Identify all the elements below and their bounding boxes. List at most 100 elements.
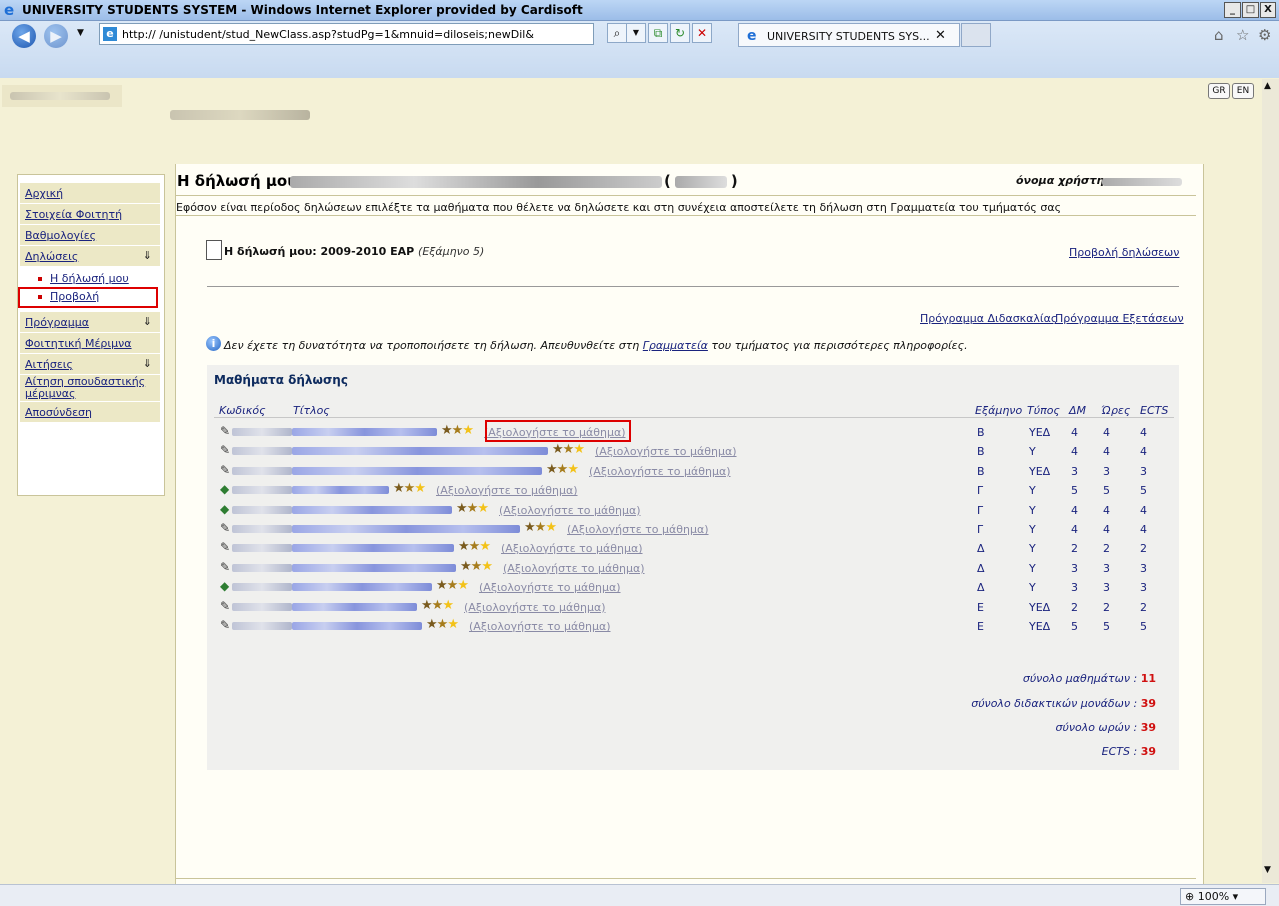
rate-course-link[interactable]: (Αξιολογήστε το μάθημα) [595, 445, 737, 458]
course-title-redacted[interactable] [292, 505, 452, 514]
tab-close-icon[interactable]: ✕ [935, 28, 946, 43]
lang-gr-button[interactable]: GR [1208, 83, 1230, 99]
courses-title: Μαθήματα δήλωσης [214, 373, 348, 387]
course-title-redacted[interactable] [292, 486, 389, 495]
sidebar-item-care-application[interactable]: Αίτηση σπουδαστικής μέριμνας [20, 375, 160, 402]
course-title-redacted[interactable] [292, 428, 437, 436]
rate-course-link[interactable]: (Αξιολογήστε το μάθημα) [503, 562, 645, 575]
address-dropdown-icon[interactable]: ▼ [626, 23, 646, 43]
info-message: Δεν έχετε τη δυνατότητα να τροποποιήσετε… [224, 339, 968, 352]
chevron-down-icon[interactable]: ⇓ [143, 315, 152, 328]
declaration-title-text: Η δήλωσή μου: 2009-2010 ΕΑΡ [224, 245, 415, 258]
zoom-control[interactable]: ⊕ 100% ▾ [1180, 888, 1266, 905]
course-code-redacted [232, 583, 292, 592]
course-code-redacted [232, 428, 292, 436]
course-title-redacted[interactable] [292, 563, 456, 572]
back-button[interactable]: ◀ [12, 24, 36, 48]
rate-course-link[interactable]: (Αξιολογήστε το μάθημα) [469, 620, 611, 633]
sidebar-item-applications[interactable]: Αιτήσεις ⇓ [20, 354, 160, 375]
rating-stars: ★★★ [458, 539, 491, 555]
history-dropdown-icon[interactable]: ▼ [77, 28, 84, 38]
course-title-redacted[interactable] [292, 583, 432, 592]
rate-course-link[interactable]: (Αξιολογήστε το μάθημα) [501, 542, 643, 555]
page-title: Η δήλωσή μου- [177, 172, 304, 190]
course-title-redacted[interactable] [292, 466, 542, 475]
teaching-program-link[interactable]: Πρόγραμμα Διδασκαλίας [920, 312, 1057, 325]
course-code-redacted [232, 544, 292, 553]
course-title-redacted[interactable] [292, 602, 417, 611]
sidebar-link[interactable]: Πρόγραμμα [25, 316, 89, 329]
sidebar-link[interactable]: Αρχική [25, 187, 63, 200]
sidebar-link[interactable]: Αίτηση σπουδαστικής μέριμνας [25, 376, 153, 400]
zoom-level[interactable]: 100% [1198, 890, 1229, 903]
sidebar-item-student-info[interactable]: Στοιχεία Φοιτητή [20, 204, 160, 225]
divider [207, 286, 1179, 287]
tab-title[interactable]: UNIVERSITY STUDENTS SYS... [767, 30, 930, 43]
sidebar-subitem-my-declaration[interactable]: Η δήλωσή μου [38, 272, 129, 285]
sidebar-link[interactable]: Αποσύνδεση [25, 406, 92, 419]
table-row: ✎ ★★★ (Αξιολογήστε το μάθημα) Β Υ 4 4 4 [214, 440, 1174, 460]
refresh-icon[interactable]: ↻ [670, 23, 690, 43]
cell-hours: 2 [1103, 542, 1110, 556]
browser-tab[interactable]: e UNIVERSITY STUDENTS SYS... ✕ [738, 23, 960, 47]
total-hours: σύνολο ωρών : 39 [1055, 721, 1156, 734]
address-url[interactable]: http:// /unistudent/stud_NewClass.asp?st… [122, 28, 534, 41]
sidebar-item-student-care[interactable]: Φοιτητική Μέριμνα [20, 333, 160, 354]
sidebar-link[interactable]: Αιτήσεις [25, 358, 73, 371]
course-title-redacted[interactable] [292, 622, 422, 630]
sidebar-link[interactable]: Φοιτητική Μέριμνα [25, 337, 132, 350]
search-icon[interactable]: ⌕ [607, 23, 627, 43]
exam-program-link[interactable]: Πρόγραμμα Εξετάσεων [1055, 312, 1184, 325]
new-tab-button[interactable] [961, 23, 991, 47]
sidebar-link[interactable]: Βαθμολογίες [25, 229, 96, 242]
sidebar-item-declarations[interactable]: Δηλώσεις ⇓ [20, 246, 160, 267]
cell-ects: 5 [1140, 484, 1147, 498]
rate-course-link[interactable]: (Αξιολογήστε το μάθημα) [436, 484, 578, 497]
stop-icon[interactable]: ✕ [692, 23, 712, 43]
cell-ects: 4 [1140, 445, 1147, 459]
cell-hours: 4 [1103, 426, 1110, 439]
page-icon: e [103, 27, 117, 41]
lang-en-button[interactable]: EN [1232, 83, 1254, 99]
rate-course-link[interactable]: (Αξιολογήστε το μάθημα) [499, 504, 641, 517]
total-value: 39 [1140, 721, 1156, 734]
sidebar-item-logout[interactable]: Αποσύνδεση [20, 402, 160, 423]
rating-stars: ★★★ [421, 597, 454, 613]
minimize-button[interactable]: _ [1224, 2, 1241, 18]
home-icon[interactable]: ⌂ [1214, 26, 1224, 44]
sidebar-link[interactable]: Στοιχεία Φοιτητή [25, 208, 122, 221]
column-header-ects: ECTS [1140, 404, 1169, 417]
sidebar-item-program[interactable]: Πρόγραμμα ⇓ [20, 312, 160, 333]
sidebar-link[interactable]: Δηλώσεις [25, 250, 78, 263]
course-title-redacted[interactable] [292, 544, 454, 553]
rate-course-link[interactable]: (Αξιολογήστε το μάθημα) [479, 581, 621, 594]
scroll-down-icon[interactable]: ▼ [1264, 865, 1271, 875]
sidebar-item-grades[interactable]: Βαθμολογίες [20, 225, 160, 246]
rate-course-link[interactable]: (Αξιολογήστε το μάθημα) [464, 601, 606, 614]
course-title-redacted[interactable] [292, 525, 520, 533]
rate-course-link[interactable]: (Αξιολογήστε το μάθημα) [589, 465, 731, 478]
chevron-down-icon[interactable]: ⇓ [143, 357, 152, 370]
close-window-button[interactable]: X [1260, 2, 1276, 18]
cell-type: Υ [1029, 503, 1036, 517]
maximize-button[interactable]: □ [1242, 2, 1259, 18]
address-bar[interactable]: e http:// /unistudent/stud_NewClass.asp?… [99, 23, 594, 45]
chevron-down-icon[interactable]: ⇓ [143, 249, 152, 262]
username-label: όνομα χρήστη: [1016, 174, 1109, 187]
rate-course-link[interactable]: (Αξιολογήστε το μάθημα) [567, 523, 709, 536]
scroll-up-icon[interactable]: ▲ [1264, 81, 1271, 91]
info-text-post: του τμήματος για περισσότερες πληροφορίε… [707, 339, 968, 352]
vertical-scrollbar[interactable]: ▲ ▼ [1262, 79, 1279, 883]
secretariat-link[interactable]: Γραμματεία [643, 339, 708, 352]
favorites-star-icon[interactable]: ☆ [1236, 26, 1249, 44]
cell-type: ΥΕΔ [1029, 600, 1051, 614]
gear-icon[interactable]: ⚙ [1258, 26, 1271, 44]
course-title-redacted[interactable] [292, 447, 548, 456]
document-edit-icon: ✎ [220, 462, 231, 477]
sidebar-sublink[interactable]: Η δήλωσή μου [50, 272, 129, 285]
view-declarations-link[interactable]: Προβολή δηλώσεων [1069, 246, 1179, 259]
cell-ects: 5 [1140, 620, 1147, 633]
forward-button[interactable]: ▶ [44, 24, 68, 48]
compatibility-icon[interactable]: ⧉ [648, 23, 668, 43]
sidebar-item-home[interactable]: Αρχική [20, 183, 160, 204]
